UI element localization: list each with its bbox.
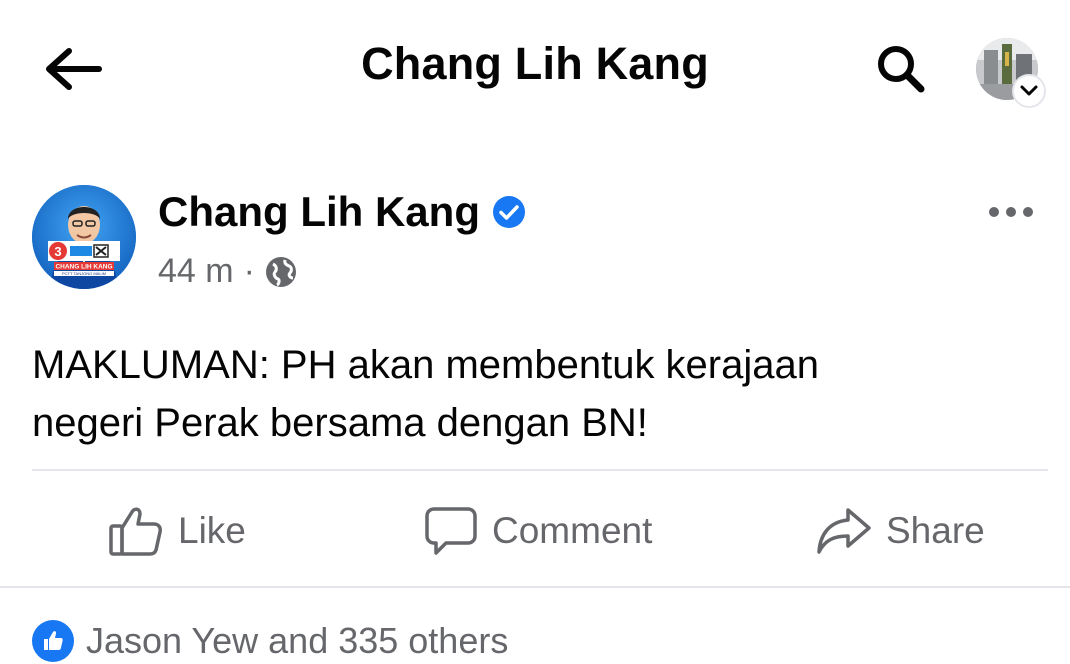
page-avatar[interactable]: 3 CHANG LIH KANG PCTT TANJONG MALIM [32, 185, 136, 289]
more-horizontal-icon [989, 207, 1033, 217]
author-row: Chang Lih Kang [158, 188, 526, 236]
comment-label: Comment [492, 510, 653, 551]
meta-separator: · [243, 252, 255, 290]
post-actions: Like Comment Share [0, 486, 1070, 576]
comment-button[interactable]: Comment [424, 486, 652, 576]
post-meta: 44 m · [158, 252, 297, 291]
globe-icon [265, 256, 296, 287]
reactions-label: Jason Yew and 335 others [86, 620, 509, 661]
like-reaction-icon [32, 620, 74, 662]
account-menu-button[interactable] [972, 34, 1048, 108]
post-text-line: MAKLUMAN: PH akan membentuk kerajaan [32, 343, 819, 387]
share-icon [817, 508, 871, 554]
thumbs-up-icon [109, 507, 162, 556]
search-button[interactable] [866, 38, 936, 100]
post-timestamp[interactable]: 44 m [158, 252, 234, 291]
post-more-button[interactable] [980, 192, 1042, 232]
ballot-number: 3 [54, 244, 61, 259]
search-icon [878, 46, 925, 93]
chevron-down-icon [1020, 85, 1038, 96]
divider [0, 586, 1070, 588]
avatar-sub-banner: PCTT TANJONG MALIM [62, 271, 106, 276]
top-bar: Chang Lih Kang [0, 0, 1070, 135]
divider [32, 469, 1048, 471]
like-label: Like [178, 510, 246, 551]
facebook-post-view: Chang Lih Kang 3 CHANG LIH KANG PCTT TAN… [0, 0, 1070, 664]
share-button[interactable]: Share [816, 486, 985, 576]
comment-icon [425, 507, 477, 555]
share-label: Share [886, 510, 985, 551]
post-text-line: negeri Perak bersama dengan BN! [32, 401, 648, 445]
reactions-summary[interactable]: Jason Yew and 335 others [32, 620, 508, 662]
avatar-name-banner: CHANG LIH KANG [55, 264, 112, 271]
author-name[interactable]: Chang Lih Kang [158, 188, 480, 236]
post-header: 3 CHANG LIH KANG PCTT TANJONG MALIM Chan… [0, 180, 1070, 300]
post-text: MAKLUMAN: PH akan membentuk kerajaan neg… [32, 336, 1042, 452]
like-button[interactable]: Like [108, 486, 246, 576]
verified-badge-icon [492, 196, 525, 228]
account-chevron [1012, 74, 1046, 108]
